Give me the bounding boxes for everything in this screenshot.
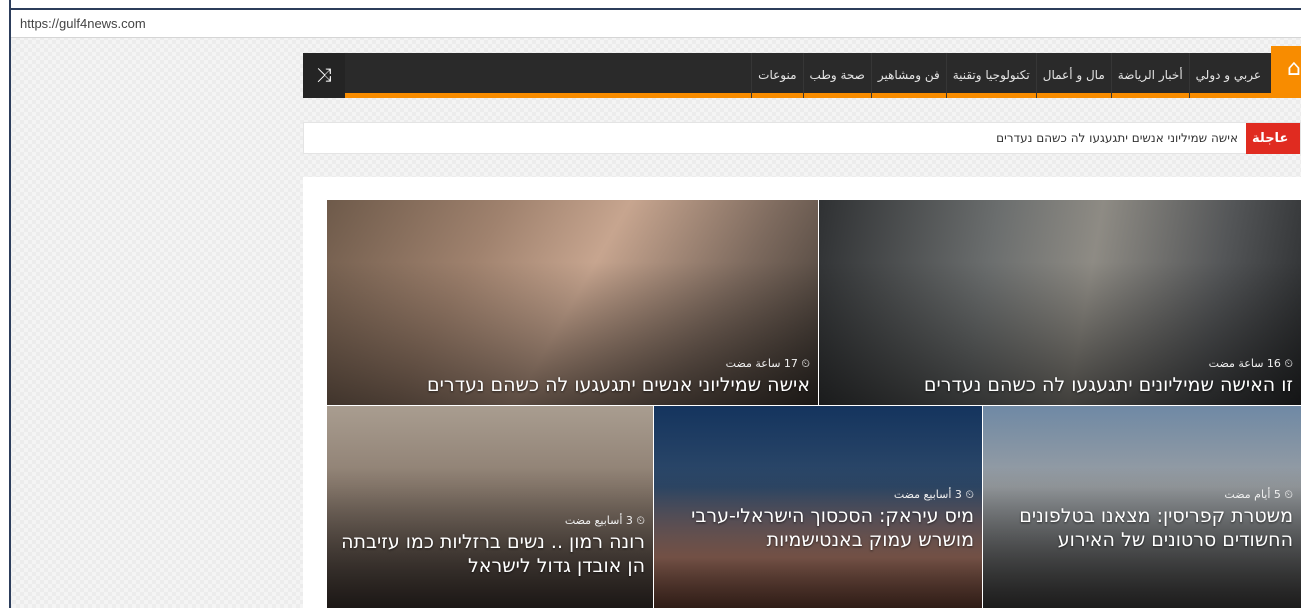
article-caption: ⏲ 5 أيام مضت משטרת קפריסין: מצאנו בטלפונ… (991, 488, 1293, 552)
breaking-news-label: عاجلة (1246, 123, 1300, 154)
featured-article-5[interactable]: ⏲ 5 أيام مضت משטרת קפריסין: מצאנו בטלפונ… (983, 406, 1301, 608)
article-caption: ⏲ 3 أسابيع مضت מיס עיראק: הסכסוך הישראלי… (662, 488, 974, 552)
article-time: ⏲ 17 ساعة مضت (725, 357, 810, 370)
address-bar[interactable]: https://gulf4news.com (11, 10, 1301, 38)
nav-item-health[interactable]: صحة وطب (802, 53, 871, 98)
article-title[interactable]: זו האישה שמיליונים יתגעגעו לה כשהם נעדרי… (827, 373, 1293, 397)
shuffle-icon[interactable]: ⤨ (303, 53, 345, 98)
nav-menu: عربي و دولي أخبار الرياضة مال و أعمال تك… (751, 53, 1267, 98)
article-title[interactable]: משטרת קפריסין: מצאנו בטלפונים החשודים סר… (991, 504, 1293, 552)
nav-item-arab-world[interactable]: عربي و دولي (1188, 53, 1267, 98)
article-time: ⏲ 5 أيام مضت (1224, 488, 1293, 501)
url-text: https://gulf4news.com (20, 16, 146, 31)
featured-article-1[interactable]: ⏲ 17 ساعة مضت אישה שמיליוני אנשים יתגעגע… (327, 200, 818, 405)
article-time: ⏲ 3 أسابيع مضت (893, 488, 974, 501)
article-title[interactable]: מיס עיראק: הסכסוך הישראלי-ערבי מושרש עמו… (662, 504, 974, 552)
featured-article-3[interactable]: ⏲ 3 أسابيع مضت רונה רמון .. נשים ברזליות… (327, 406, 653, 608)
article-caption: ⏲ 17 ساعة مضت אישה שמיליוני אנשים יתגעגע… (335, 357, 810, 397)
featured-article-4[interactable]: ⏲ 3 أسابيع مضت מיס עיראק: הסכסוך הישראלי… (654, 406, 982, 608)
article-title[interactable]: רונה רמון .. נשים ברזליות כמו עזיבתה הן … (335, 530, 645, 578)
window-frame (0, 0, 1301, 8)
nav-item-misc[interactable]: منوعات (751, 53, 802, 98)
featured-article-2[interactable]: ⏲ 16 ساعة مضت זו האישה שמיליונים יתגעגעו… (819, 200, 1301, 405)
nav-item-sports[interactable]: أخبار الرياضة (1110, 53, 1189, 98)
main-navigation: ⤨ عربي و دولي أخبار الرياضة مال و أعمال … (303, 46, 1301, 98)
nav-item-business[interactable]: مال و أعمال (1035, 53, 1111, 98)
breaking-news-link[interactable]: אישה שמיליוני אנשים יתגעגעו לה כשהם נעדר… (996, 123, 1238, 154)
article-time: ⏲ 16 ساعة مضت (1208, 357, 1293, 370)
breaking-news-ticker: عاجلة אישה שמיליוני אנשים יתגעגעו לה כשה… (303, 122, 1301, 154)
nav-item-celebrities[interactable]: فن ومشاهير (870, 53, 946, 98)
article-caption: ⏲ 3 أسابيع مضت רונה רמון .. נשים ברזליות… (335, 514, 645, 578)
article-title[interactable]: אישה שמיליוני אנשים יתגעגעו לה כשהם נעדר… (335, 373, 810, 397)
window-left-edge (0, 0, 11, 608)
nav-item-technology[interactable]: تكنولوجيا وتقنية (945, 53, 1036, 98)
article-caption: ⏲ 16 ساعة مضت זו האישה שמיליונים יתגעגעו… (827, 357, 1293, 397)
article-time: ⏲ 3 أسابيع مضت (564, 514, 645, 527)
home-icon[interactable]: ⌂ (1271, 46, 1301, 98)
